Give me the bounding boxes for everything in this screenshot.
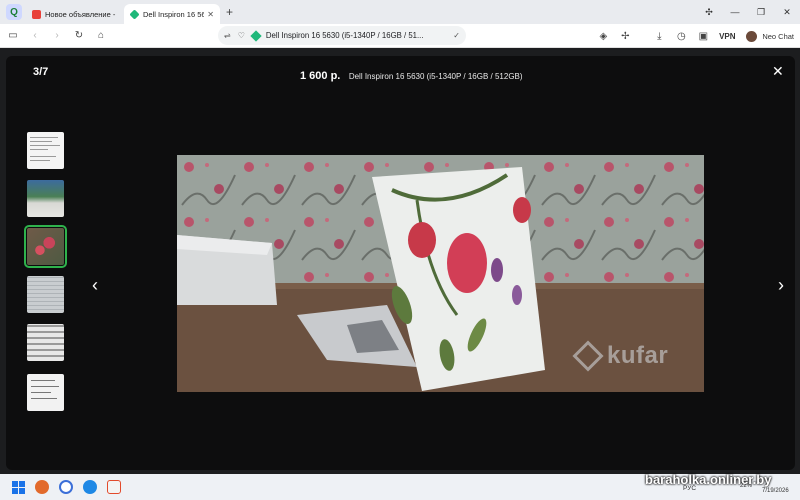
favorite-icon[interactable]: ♡ — [238, 31, 245, 40]
home-icon[interactable]: ⌂ — [90, 30, 112, 41]
source-watermark: baraholka.onliner.by — [645, 472, 772, 487]
system-date[interactable]: 7/19/2026 — [762, 488, 789, 494]
telegram-icon[interactable] — [83, 480, 97, 494]
extensions-puzzle-icon[interactable]: ✢ — [614, 31, 636, 42]
history-icon[interactable]: ◷ — [670, 31, 692, 42]
tab-title: Dell Inspiron 16 5630 (i5- — [143, 9, 205, 19]
reload-icon[interactable]: ↻ — [68, 30, 90, 41]
app-icon[interactable] — [107, 480, 121, 494]
thumbnail[interactable] — [27, 180, 64, 217]
maximize-icon[interactable]: ❐ — [748, 7, 774, 18]
close-tab-icon[interactable]: ✕ — [207, 10, 214, 19]
screenshot-icon[interactable]: ◈ — [592, 31, 614, 42]
kufar-green-icon — [129, 8, 140, 20]
close-gallery-icon[interactable]: ✕ — [772, 63, 784, 80]
next-photo-icon[interactable]: › — [778, 275, 784, 296]
thumbnail[interactable] — [27, 132, 64, 169]
photo-counter: 3/7 — [33, 66, 49, 78]
profile-button[interactable]: Neo Chat — [746, 30, 794, 42]
new-tab-button[interactable]: + — [226, 5, 233, 19]
download-icon[interactable]: ⤓ — [648, 31, 670, 42]
sidebar-icon[interactable]: ▭ — [2, 30, 24, 41]
tab-title: Новое объявление - Б — [45, 9, 116, 19]
kufar-watermark: kufar — [572, 340, 669, 372]
thumbnail[interactable] — [27, 374, 64, 411]
previous-photo-icon[interactable]: ‹ — [92, 275, 98, 296]
thumbnail[interactable] — [27, 324, 64, 361]
browser-icon[interactable] — [59, 480, 73, 494]
app-menu-icon[interactable]: Q — [6, 4, 22, 20]
address-bar[interactable]: ⇌ ♡ Dell Inspiron 16 5630 (i5-1340P / 16… — [218, 26, 466, 45]
vpn-button[interactable]: VPN — [714, 32, 740, 41]
tab-bar: Q Новое объявление - Б Dell Inspiron 16 … — [0, 0, 800, 24]
toolbar-right: ◈ ✢ ⤓ ◷ ▣ VPN Neo Chat — [592, 24, 794, 48]
tab-new-listing[interactable]: Новое объявление - Б — [26, 4, 122, 24]
minimize-icon[interactable]: — — [722, 7, 748, 17]
avatar — [746, 30, 758, 42]
tab-dell-inspiron[interactable]: Dell Inspiron 16 5630 (i5- ✕ — [124, 4, 220, 24]
listing-title: 1 600 р. Dell Inspiron 16 5630 (i5-1340P… — [300, 66, 523, 84]
wallet-icon[interactable]: ▣ — [692, 31, 714, 42]
kufar-red-icon — [32, 9, 41, 19]
site-settings-icon[interactable]: ⇌ — [224, 31, 231, 40]
app-icon[interactable] — [35, 480, 49, 494]
thumbnail-selected[interactable] — [24, 225, 67, 268]
listing-name: Dell Inspiron 16 5630 (i5-1340P / 16GB /… — [348, 72, 523, 81]
watermark-text: kufar — [607, 342, 669, 369]
thumbnail[interactable] — [27, 276, 64, 313]
forward-icon[interactable]: › — [46, 30, 68, 41]
kufar-green-icon — [250, 29, 262, 42]
listing-price: 1 600 р. — [300, 70, 341, 82]
address-text: Dell Inspiron 16 5630 (i5-1340P / 16GB /… — [265, 31, 424, 40]
profile-name: Neo Chat — [762, 31, 794, 41]
kufar-logo-icon — [572, 340, 604, 372]
close-window-icon[interactable]: ✕ — [774, 7, 800, 18]
verified-icon[interactable]: ✓ — [453, 31, 460, 40]
windows-start-icon[interactable] — [12, 480, 25, 494]
back-icon[interactable]: ‹ — [24, 30, 46, 41]
extensions-icon[interactable]: ✣ — [696, 7, 722, 18]
window-controls: ✣ — ❐ ✕ — [696, 0, 800, 24]
